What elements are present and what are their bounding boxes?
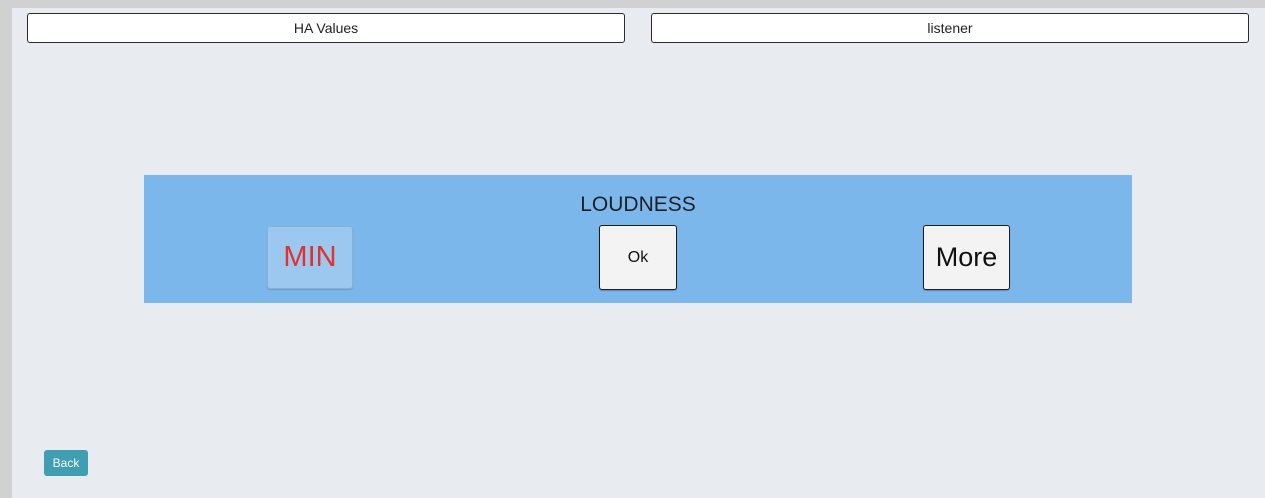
tab-ha-values[interactable]: HA Values [27, 13, 625, 43]
tab-listener[interactable]: listener [651, 13, 1249, 43]
ok-button[interactable]: Ok [599, 225, 677, 290]
loudness-panel: LOUDNESS MIN Ok More [144, 175, 1132, 303]
back-button-label: Back [52, 456, 80, 470]
ok-button-label: Ok [627, 248, 649, 266]
more-button-label: More [935, 242, 998, 272]
tab-ha-values-label: HA Values [293, 20, 359, 36]
loudness-title: LOUDNESS [580, 193, 696, 216]
tab-listener-label: listener [927, 20, 973, 36]
min-button-label: MIN [283, 241, 337, 273]
more-button[interactable]: More [923, 225, 1010, 290]
back-button[interactable]: Back [44, 450, 88, 476]
min-button[interactable]: MIN [267, 226, 353, 289]
